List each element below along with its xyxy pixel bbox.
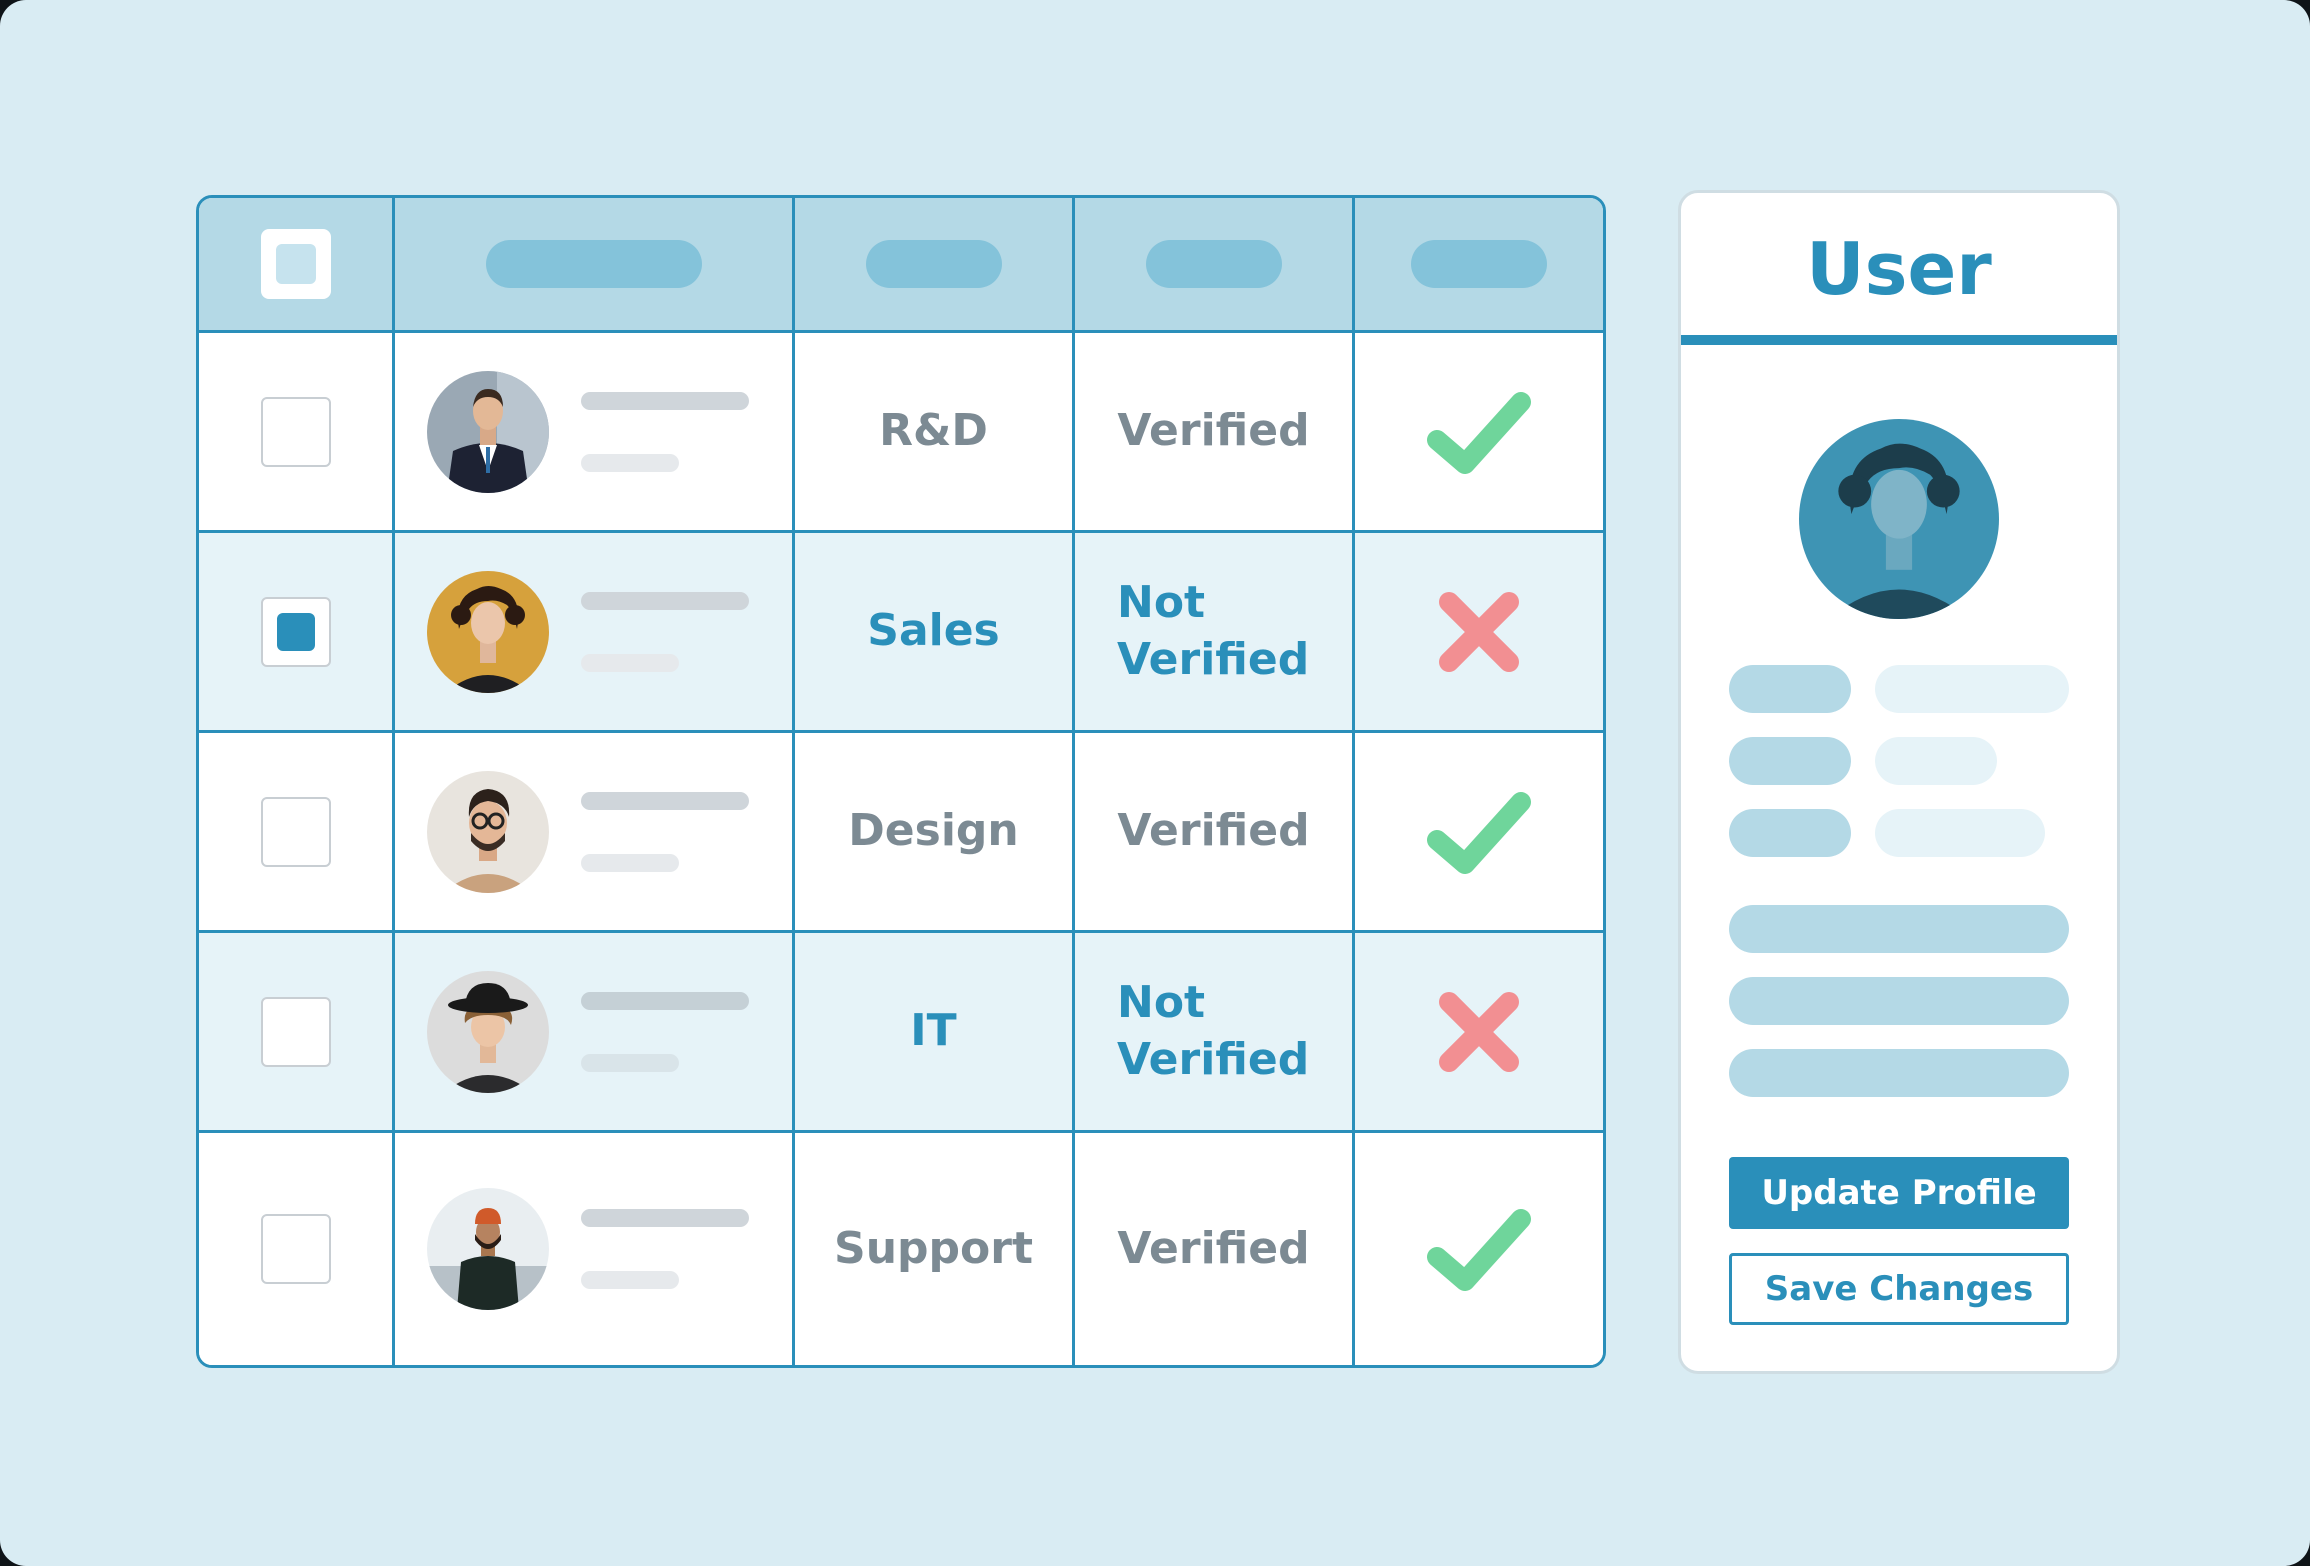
detail-value-bar [1875, 809, 2045, 857]
status-label: Not Verified [1117, 977, 1310, 1085]
row-select-cell [199, 1133, 395, 1365]
row-select-cell [199, 533, 395, 730]
department-cell: R&D [795, 333, 1075, 530]
name-placeholder-bar [581, 391, 749, 410]
department-label: R&D [879, 405, 988, 457]
detail-key-bar [1729, 737, 1851, 785]
status-cell: Verified [1075, 1133, 1355, 1365]
department-cell: Design [795, 733, 1075, 930]
avatar [427, 970, 549, 1093]
department-label: Sales [867, 605, 1000, 657]
detail-key-bar [1729, 665, 1851, 713]
name-placeholder-bar [581, 1209, 749, 1227]
subtitle-placeholder-bar [581, 1053, 679, 1072]
department-label: Design [848, 805, 1019, 857]
status-label: Verified [1117, 1222, 1310, 1274]
check-icon [1427, 791, 1531, 874]
user-cell [395, 933, 795, 1130]
department-cell: IT [795, 933, 1075, 1130]
table-row[interactable]: Support Verified [199, 1133, 1603, 1365]
row-checkbox[interactable] [260, 996, 331, 1067]
subtitle-placeholder-bar [581, 653, 679, 672]
name-placeholder-bar [581, 591, 749, 610]
table-header-row [199, 198, 1603, 333]
avatar [427, 1188, 549, 1310]
status-label: Verified [1117, 805, 1310, 857]
user-cell [395, 1133, 795, 1365]
field-bar[interactable] [1729, 905, 2069, 953]
app-canvas: R&D Verified Sales Not Verified Design V… [0, 0, 2310, 1566]
subtitle-placeholder-bar [581, 453, 679, 472]
row-checkbox[interactable] [260, 796, 331, 867]
check-icon [1427, 391, 1531, 474]
cross-icon [1439, 991, 1519, 1072]
row-checkbox[interactable] [260, 596, 331, 667]
avatar [427, 370, 549, 493]
header-department[interactable] [795, 198, 1075, 330]
name-placeholder-bar [581, 791, 749, 810]
department-cell: Support [795, 1133, 1075, 1365]
header-verified[interactable] [1355, 198, 1603, 330]
header-placeholder-bar [1411, 240, 1547, 288]
check-icon [1427, 1209, 1531, 1291]
subtitle-placeholder-bar [581, 1271, 679, 1289]
table-row[interactable]: Sales Not Verified [199, 533, 1603, 733]
user-table: R&D Verified Sales Not Verified Design V… [196, 195, 1606, 1368]
detail-key-bar [1729, 809, 1851, 857]
status-cell: Verified [1075, 733, 1355, 930]
detail-value-bar [1875, 737, 1997, 785]
table-row[interactable]: R&D Verified [199, 333, 1603, 533]
table-row[interactable]: IT Not Verified [199, 933, 1603, 1133]
avatar [427, 570, 549, 693]
cross-icon [1439, 591, 1519, 672]
field-bar[interactable] [1729, 1049, 2069, 1097]
select-all-cell [199, 198, 395, 330]
checkbox-checked-mark [276, 612, 315, 651]
status-label: Not Verified [1117, 577, 1310, 685]
verified-cell [1355, 333, 1603, 530]
department-label: Support [834, 1222, 1033, 1274]
header-placeholder-bar [1145, 240, 1282, 288]
status-cell: Not Verified [1075, 933, 1355, 1130]
status-cell: Verified [1075, 333, 1355, 530]
header-status[interactable] [1075, 198, 1355, 330]
update-profile-button[interactable]: Update Profile [1729, 1157, 2069, 1229]
subtitle-placeholder-bar [581, 853, 679, 872]
user-cell [395, 333, 795, 530]
detail-value-bar [1875, 665, 2069, 713]
save-changes-button[interactable]: Save Changes [1729, 1253, 2069, 1325]
department-cell: Sales [795, 533, 1075, 730]
profile-panel: User Update Profile Save Changes [1678, 190, 2120, 1374]
field-bar[interactable] [1729, 977, 2069, 1025]
status-cell: Not Verified [1075, 533, 1355, 730]
select-all-checkbox[interactable] [260, 229, 331, 299]
row-select-cell [199, 333, 395, 530]
name-placeholder-bar [581, 991, 749, 1010]
avatar [427, 770, 549, 893]
verified-cell [1355, 1133, 1603, 1365]
department-label: IT [910, 1005, 957, 1057]
row-checkbox[interactable] [260, 396, 331, 467]
header-placeholder-bar [485, 240, 702, 288]
profile-avatar [1799, 419, 1999, 619]
table-row[interactable]: Design Verified [199, 733, 1603, 933]
row-checkbox[interactable] [260, 1214, 331, 1284]
user-cell [395, 733, 795, 930]
row-select-cell [199, 733, 395, 930]
row-select-cell [199, 933, 395, 1130]
panel-divider [1681, 335, 2117, 345]
status-label: Verified [1117, 405, 1310, 457]
header-user[interactable] [395, 198, 795, 330]
panel-title: User [1806, 227, 1992, 311]
verified-cell [1355, 933, 1603, 1130]
verified-cell [1355, 733, 1603, 930]
verified-cell [1355, 533, 1603, 730]
header-placeholder-bar [865, 240, 1002, 288]
user-cell [395, 533, 795, 730]
